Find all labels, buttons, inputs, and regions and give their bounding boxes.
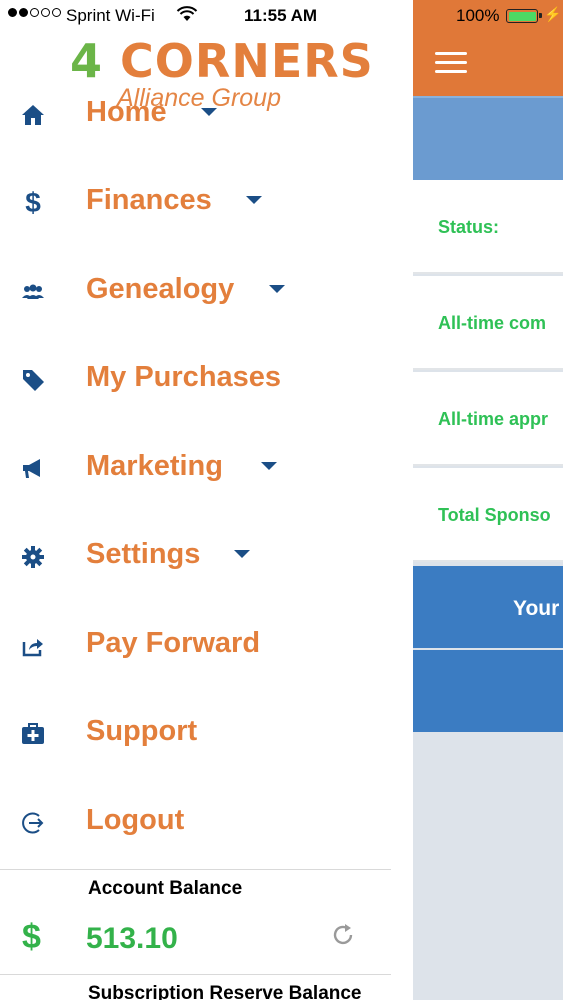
status-row: Status:: [413, 180, 563, 274]
wifi-icon: [176, 6, 198, 21]
nav-label-genealogy: Genealogy: [86, 273, 235, 305]
nav-label-marketing: Marketing: [86, 450, 223, 482]
nav-item-home[interactable]: Home: [0, 84, 391, 144]
nav-label-home: Home: [86, 96, 167, 128]
signal-strength-icon: [8, 8, 61, 17]
refresh-icon[interactable]: [330, 922, 356, 948]
account-balance-label: Account Balance: [88, 878, 243, 899]
account-balance-value: 513.10: [86, 922, 178, 955]
secondary-action-bar[interactable]: [413, 650, 563, 732]
chevron-down-icon: [246, 196, 262, 204]
status-bar: Sprint Wi-Fi 11:55 AM 100% ⚡: [0, 0, 563, 32]
chevron-down-icon: [261, 462, 277, 470]
nav-item-logout[interactable]: Logout: [0, 792, 391, 852]
dollar-icon: $: [22, 918, 41, 956]
all-time-commissions-row: All-time com: [413, 276, 563, 370]
nav-item-support[interactable]: Support: [0, 703, 391, 763]
chevron-down-icon: [269, 285, 285, 293]
nav-label-settings: Settings: [86, 538, 201, 570]
logo-wordmark: CORNERS: [120, 34, 374, 88]
nav-item-genealogy[interactable]: Genealogy: [0, 261, 391, 321]
dashboard-header-banner: [413, 96, 563, 180]
total-sponsored-row: Total Sponso: [413, 468, 563, 562]
divider: [0, 869, 391, 870]
your-link-label: Your: [513, 597, 560, 620]
your-link-bar[interactable]: Your: [413, 566, 563, 648]
nav-label-my-purchases: My Purchases: [86, 361, 282, 393]
main-content-panel: Status: All-time com All-time appr Total…: [413, 0, 563, 1000]
nav-item-pay-forward[interactable]: Pay Forward: [0, 615, 391, 675]
clock-time: 11:55 AM: [244, 6, 318, 25]
all-time-approved-row: All-time appr: [413, 372, 563, 466]
dollar-icon: $: [25, 187, 41, 218]
navigation-drawer: 4 CORNERS Alliance Group Home $ Finances…: [0, 32, 391, 1000]
nav-item-settings[interactable]: Settings: [0, 526, 391, 586]
chevron-down-icon: [234, 550, 250, 558]
logo-number: 4: [70, 34, 104, 88]
nav-label-logout: Logout: [86, 804, 185, 836]
share-icon: [18, 633, 48, 659]
carrier-name: Sprint Wi-Fi: [66, 6, 155, 25]
chevron-down-icon: [201, 108, 217, 116]
gear-icon: [18, 544, 48, 570]
medkit-icon: [18, 721, 48, 747]
battery-percent: 100%: [456, 6, 500, 25]
charging-bolt-icon: ⚡: [544, 6, 562, 22]
all-time-approved-label: All-time appr: [438, 409, 549, 429]
nav-label-finances: Finances: [86, 184, 212, 216]
nav-item-marketing[interactable]: Marketing: [0, 438, 391, 498]
divider: [0, 974, 391, 975]
subscription-reserve-label: Subscription Reserve Balance: [88, 983, 362, 1000]
nav-label-support: Support: [86, 715, 198, 747]
nav-label-pay-forward: Pay Forward: [86, 627, 261, 659]
hamburger-menu-icon[interactable]: [435, 52, 467, 74]
nav-item-finances[interactable]: $ Finances: [0, 172, 391, 232]
battery-icon: [506, 9, 542, 23]
nav-item-my-purchases[interactable]: My Purchases: [0, 349, 391, 409]
tags-icon: [18, 367, 48, 393]
total-sponsored-label: Total Sponso: [438, 505, 551, 525]
home-icon: [18, 102, 48, 128]
all-time-commissions-label: All-time com: [438, 313, 547, 333]
status-label: Status:: [438, 217, 500, 237]
megaphone-icon: [18, 456, 48, 482]
logout-icon: [18, 810, 48, 836]
users-icon: [18, 279, 48, 305]
